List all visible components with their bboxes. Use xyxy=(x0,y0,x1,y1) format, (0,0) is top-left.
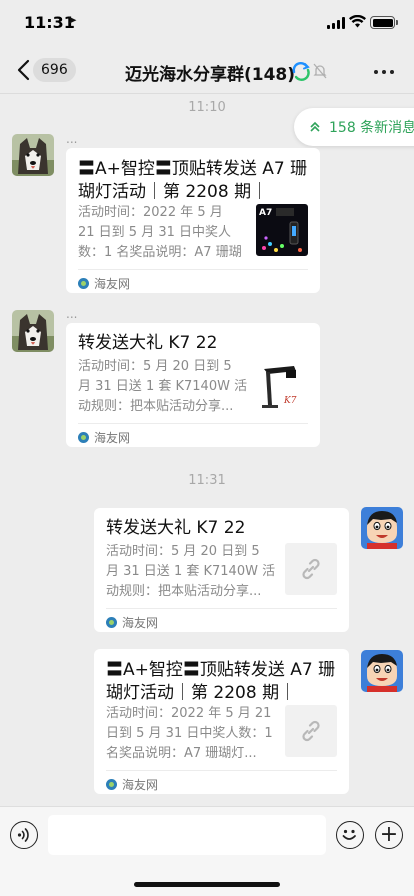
card-source: 海友网 xyxy=(106,614,158,631)
haiyou-icon xyxy=(106,617,117,628)
more-dots-icon[interactable] xyxy=(374,70,394,74)
card-description: 活动时间：5 月 20 日到 5 月 31 日送 1 套 K7140W 活动规则… xyxy=(78,359,248,414)
battery-icon xyxy=(370,16,398,29)
chat-header: 696 迈光海水分享群(148) xyxy=(0,46,414,94)
link-card[interactable]: 转发送大礼 K7 22 活动时间：5 月 20 日到 5 月 31 日送 1 套… xyxy=(66,323,320,447)
plus-icon[interactable]: + xyxy=(375,821,403,849)
cartoon-boy-avatar-image xyxy=(361,507,403,549)
link-icon xyxy=(302,558,320,580)
card-source-label: 海友网 xyxy=(122,616,159,630)
card-thumbnail: K7 xyxy=(256,361,308,413)
link-card[interactable]: 转发送大礼 K7 22 活动时间：5 月 20 日到 5 月 31 日送 1 套… xyxy=(94,508,349,632)
home-indicator xyxy=(134,882,280,887)
card-source: 海友网 xyxy=(78,275,130,292)
haiyou-icon xyxy=(106,779,117,790)
thumb-label: K7 xyxy=(283,396,297,406)
link-icon xyxy=(302,720,320,742)
wifi-icon xyxy=(349,14,366,32)
haiyou-icon xyxy=(78,432,89,443)
card-description: 活动时间：2022 年 5 月 21 日到 5 月 31 日中奖人数：1 名奖品… xyxy=(106,706,273,761)
card-title: 〓A+智控〓顶贴转发送 A7 珊瑚灯活动｜第 2208 期｜ xyxy=(78,159,308,202)
card-source: 海友网 xyxy=(78,429,130,446)
thumb-label: A7 xyxy=(259,208,272,218)
husky-avatar-image xyxy=(12,134,54,176)
new-messages-label: 158 条新消息 xyxy=(329,120,414,136)
card-source: 海友网 xyxy=(106,776,158,793)
link-card[interactable]: 〓A+智控〓顶贴转发送 A7 珊瑚灯活动｜第 2208 期｜ 活动时间：2022… xyxy=(66,148,320,293)
double-chevron-up-icon xyxy=(310,121,320,132)
avatar[interactable] xyxy=(12,134,54,176)
card-divider xyxy=(106,770,337,771)
card-source-label: 海友网 xyxy=(94,431,131,445)
chat-title: 迈光海水分享群(148) xyxy=(125,65,296,85)
card-title: 〓A+智控〓顶贴转发送 A7 珊瑚灯活动｜第 2208 期｜ xyxy=(106,660,336,703)
new-messages-button[interactable]: 158 条新消息 xyxy=(294,108,414,146)
emoji-icon[interactable] xyxy=(336,821,364,849)
card-description: 活动时间：5 月 20 日到 5 月 31 日送 1 套 K7140W 活动规则… xyxy=(106,544,276,599)
timestamp: 11:31 xyxy=(188,473,226,488)
card-source-label: 海友网 xyxy=(122,778,159,792)
card-divider xyxy=(106,608,337,609)
husky-avatar-image xyxy=(12,310,54,352)
card-title: 转发送大礼 K7 22 xyxy=(106,518,246,538)
bell-muted-icon xyxy=(313,63,327,79)
avatar[interactable] xyxy=(12,310,54,352)
location-arrow-icon: ➤ xyxy=(67,13,78,27)
card-divider xyxy=(78,423,308,424)
avatar[interactable] xyxy=(361,650,403,692)
sender-name: ... xyxy=(66,307,78,321)
message-input[interactable] xyxy=(48,815,326,855)
loop-icon xyxy=(292,61,310,81)
card-divider xyxy=(78,269,308,270)
chevron-left-icon[interactable] xyxy=(14,58,34,82)
card-source-label: 海友网 xyxy=(94,277,131,291)
cartoon-boy-avatar-image xyxy=(361,650,403,692)
card-description: 活动时间：2022 年 5 月 21 日到 5 月 31 日中奖人数：1 名奖品… xyxy=(78,205,242,260)
link-card[interactable]: 〓A+智控〓顶贴转发送 A7 珊瑚灯活动｜第 2208 期｜ 活动时间：2022… xyxy=(94,649,349,794)
voice-icon[interactable] xyxy=(10,821,38,849)
card-thumbnail xyxy=(285,543,337,595)
cellular-signal-icon xyxy=(327,17,345,29)
card-thumbnail xyxy=(285,705,337,757)
unread-count-badge[interactable]: 696 xyxy=(33,58,76,82)
status-bar: 11:31 ➤ xyxy=(0,0,414,46)
avatar[interactable] xyxy=(361,507,403,549)
haiyou-icon xyxy=(78,278,89,289)
sender-name: ... xyxy=(66,132,78,146)
card-thumbnail: A7 xyxy=(256,204,308,256)
card-title: 转发送大礼 K7 22 xyxy=(78,333,218,353)
timestamp: 11:10 xyxy=(188,100,226,115)
